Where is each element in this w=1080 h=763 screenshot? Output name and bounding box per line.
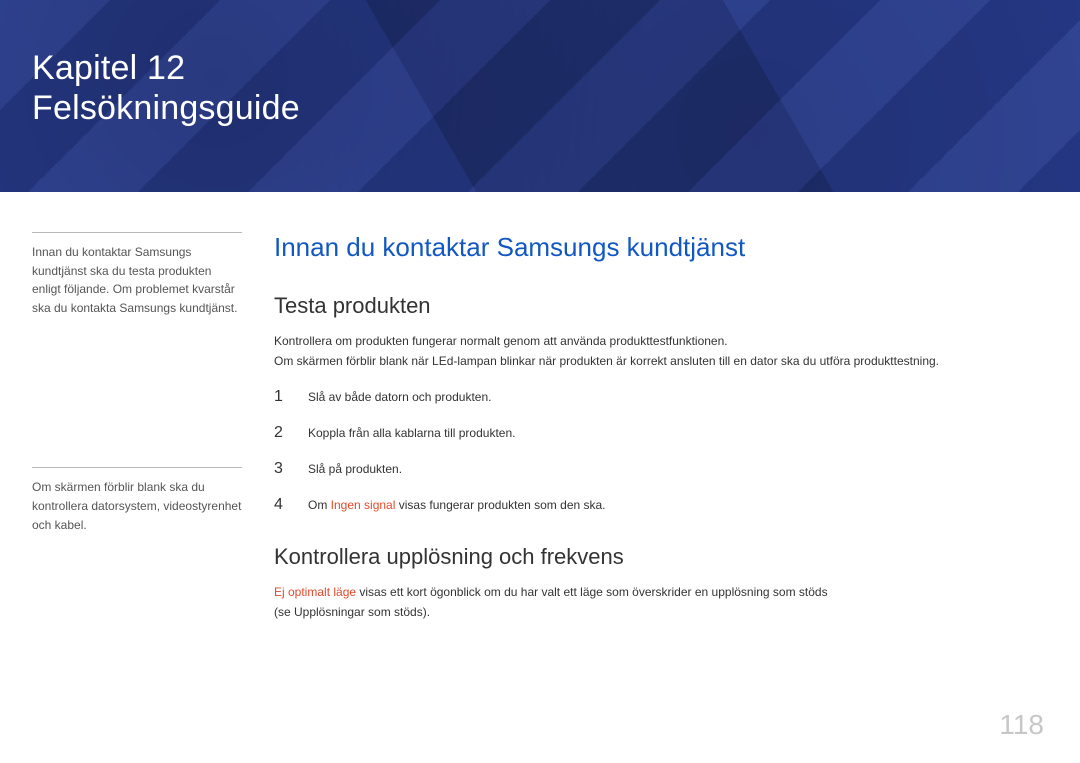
- steps-list: 1 Slå av både datorn och produkten. 2 Ko…: [274, 388, 1042, 514]
- step-number: 4: [274, 496, 288, 514]
- step-item: 1 Slå av både datorn och produkten.: [274, 388, 1042, 406]
- resolution-paragraph-2: (se Upplösningar som stöds).: [274, 602, 1042, 622]
- chapter-number-line: Kapitel 12: [32, 48, 1080, 88]
- step-number: 1: [274, 388, 288, 406]
- chapter-title-line: Felsökningsguide: [32, 88, 1080, 128]
- step-text: Koppla från alla kablarna till produkten…: [308, 426, 1042, 440]
- highlighted-term: Ej optimalt läge: [274, 585, 356, 599]
- step-text: Slå på produkten.: [308, 462, 1042, 476]
- step-item: 3 Slå på produkten.: [274, 460, 1042, 478]
- document-page: Kapitel 12 Felsökningsguide Innan du kon…: [0, 0, 1080, 763]
- main-column: Innan du kontaktar Samsungs kundtjänst T…: [274, 232, 1042, 623]
- chapter-banner: Kapitel 12 Felsökningsguide: [0, 0, 1080, 192]
- step-item: 4 Om Ingen signal visas fungerar produkt…: [274, 496, 1042, 514]
- page-number: 118: [999, 709, 1044, 741]
- resolution-paragraph-1-rest: visas ett kort ögonblick om du har valt …: [356, 585, 828, 599]
- sidebar-note-2: Om skärmen förblir blank ska du kontroll…: [32, 467, 242, 534]
- step-number: 2: [274, 424, 288, 442]
- subheading-test-product: Testa produkten: [274, 293, 1042, 319]
- step-text-post: visas fungerar produkten som den ska.: [395, 498, 605, 512]
- step-text: Slå av både datorn och produkten.: [308, 390, 1042, 404]
- resolution-paragraph-1: Ej optimalt läge visas ett kort ögonblic…: [274, 582, 1042, 602]
- subheading-resolution: Kontrollera upplösning och frekvens: [274, 544, 1042, 570]
- sidebar-note-1: Innan du kontaktar Samsungs kundtjänst s…: [32, 232, 242, 317]
- test-paragraph-2: Om skärmen förblir blank när LEd-lampan …: [274, 351, 1042, 371]
- section-title: Innan du kontaktar Samsungs kundtjänst: [274, 232, 1042, 263]
- content-area: Innan du kontaktar Samsungs kundtjänst s…: [0, 192, 1080, 623]
- test-paragraph-1: Kontrollera om produkten fungerar normal…: [274, 331, 1042, 351]
- step-text-pre: Om: [308, 498, 331, 512]
- step-number: 3: [274, 460, 288, 478]
- highlighted-term: Ingen signal: [331, 498, 396, 512]
- sidebar: Innan du kontaktar Samsungs kundtjänst s…: [32, 232, 242, 623]
- step-text: Om Ingen signal visas fungerar produkten…: [308, 498, 1042, 512]
- chapter-heading: Kapitel 12 Felsökningsguide: [32, 48, 1080, 128]
- step-item: 2 Koppla från alla kablarna till produkt…: [274, 424, 1042, 442]
